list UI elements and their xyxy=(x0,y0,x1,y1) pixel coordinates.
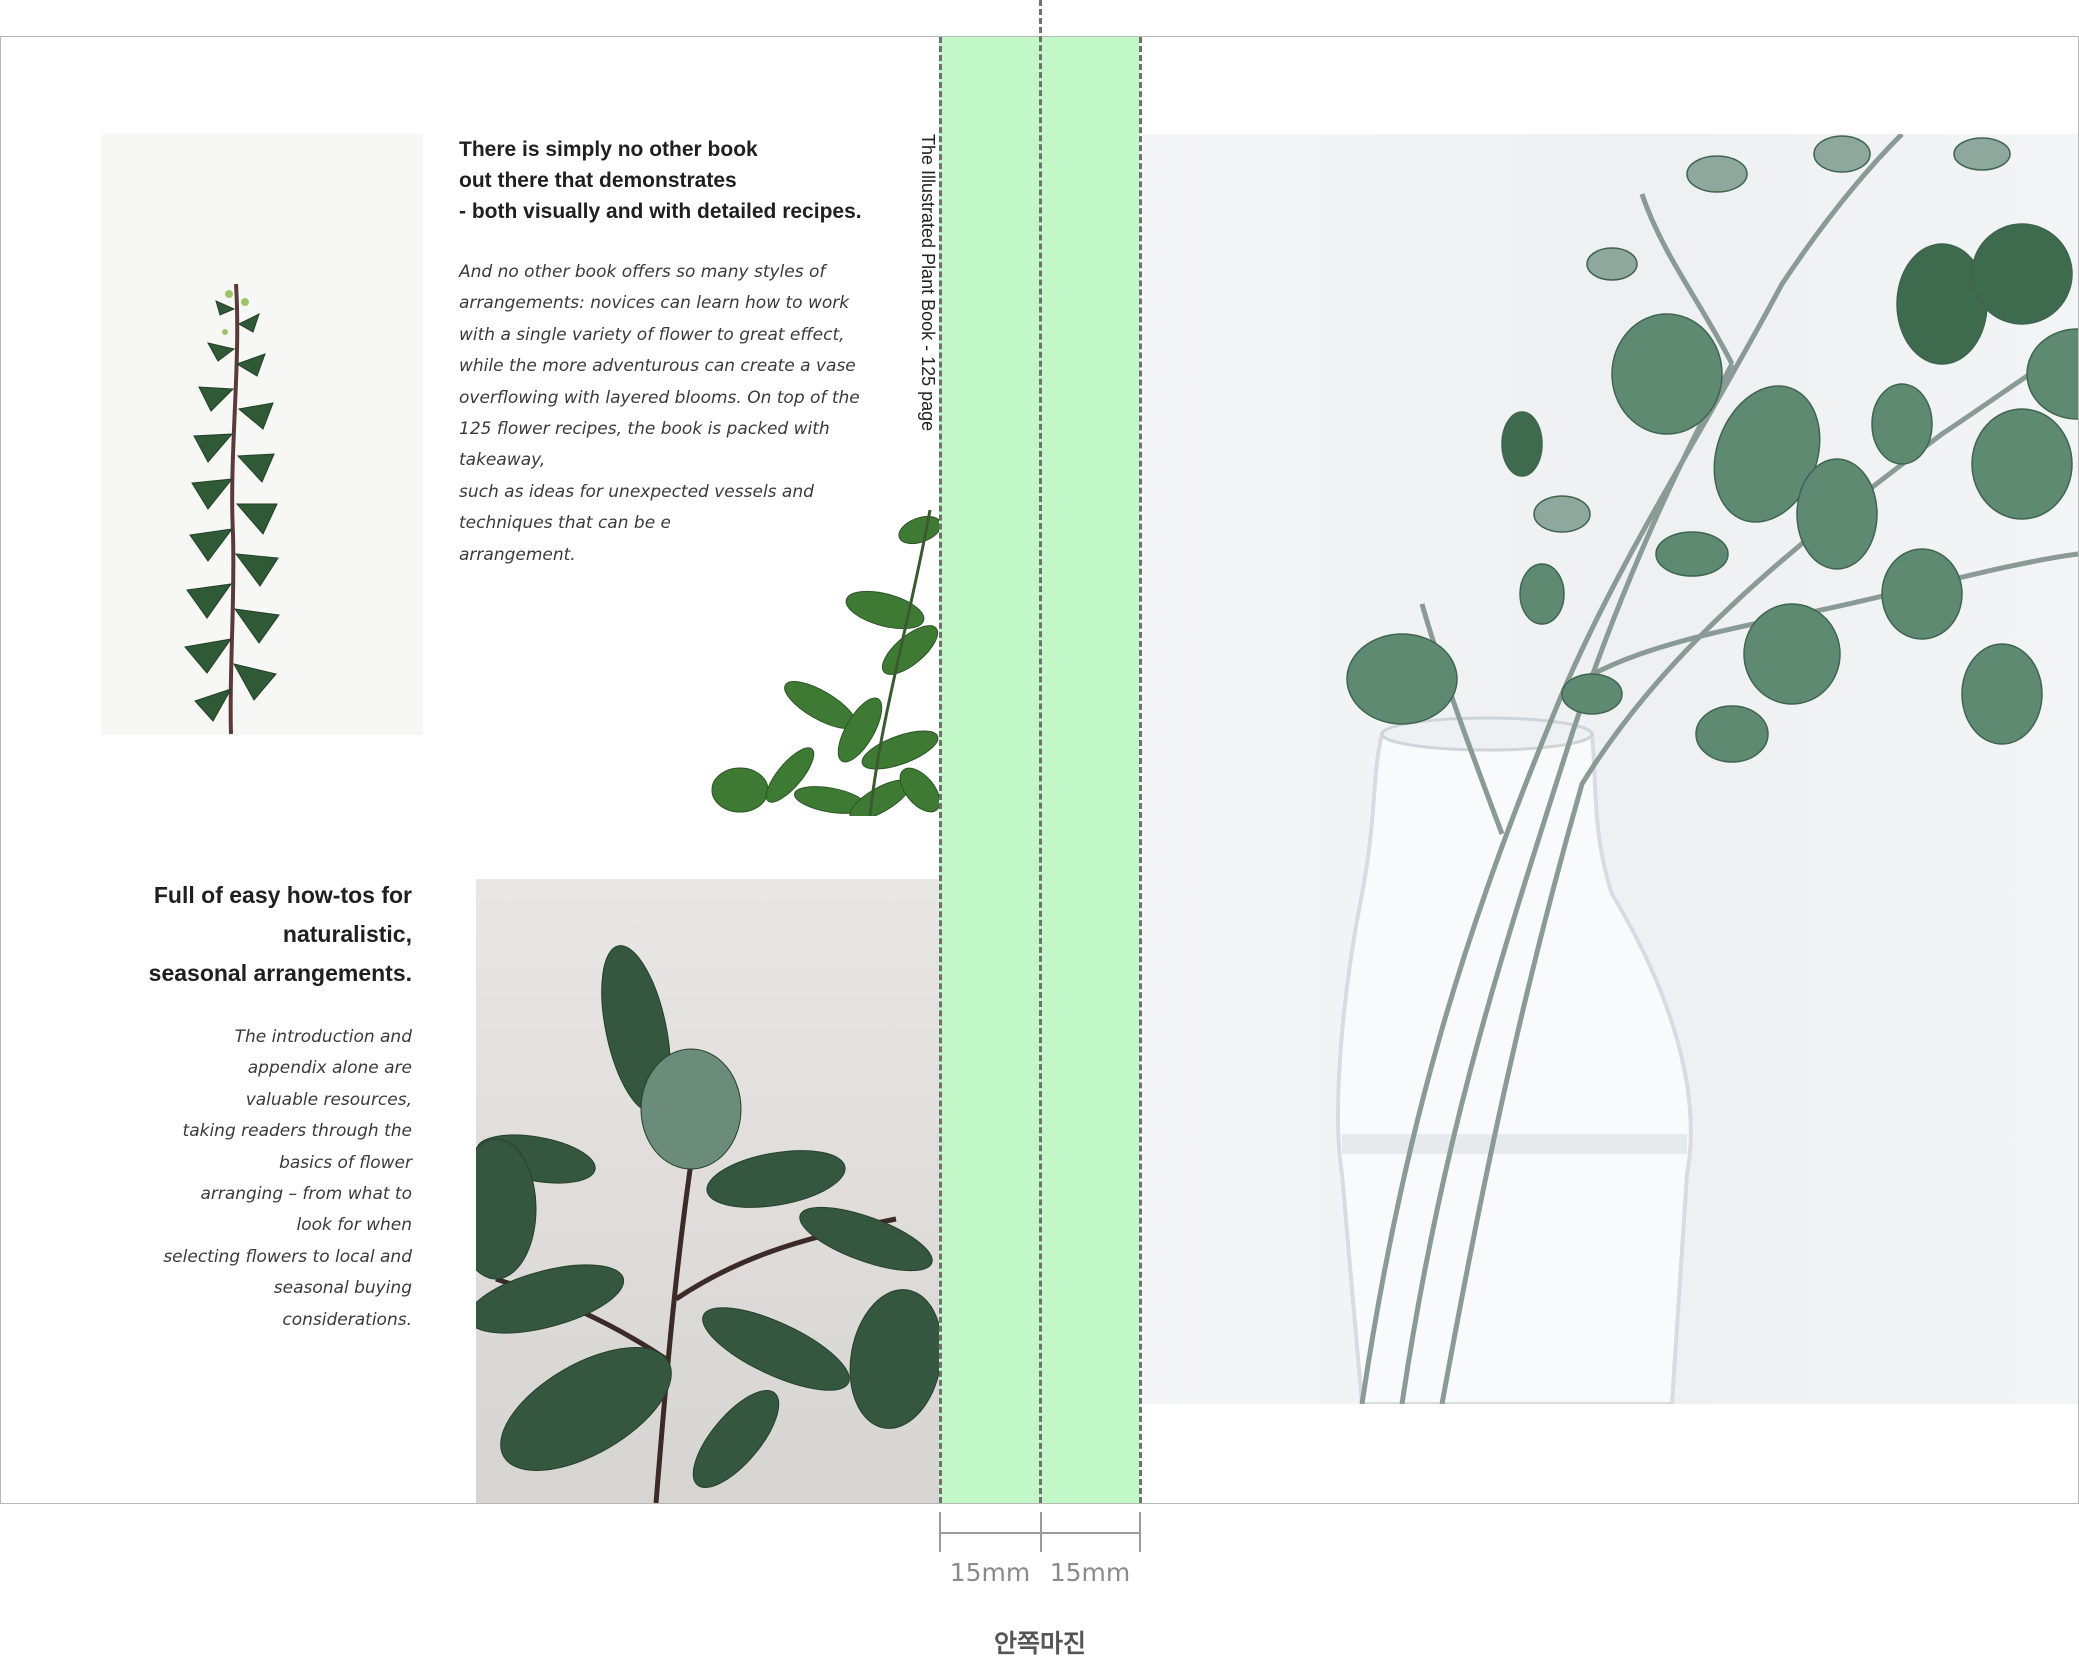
eucalyptus-vase-photo xyxy=(1142,134,2078,1404)
intro-body-line: 125 flower recipes, the book is packed w… xyxy=(459,419,830,440)
howto-body-line: arranging – from what to xyxy=(200,1184,412,1205)
margin-guide-left xyxy=(939,37,942,1503)
howto-body-line: taking readers through the xyxy=(182,1121,412,1142)
howto-body-line: seasonal buying xyxy=(273,1278,412,1299)
howto-heading-line: seasonal arrangements. xyxy=(148,960,412,986)
dimension-tick-center xyxy=(1040,1512,1042,1552)
intro-body-line: overflowing with layered blooms. On top … xyxy=(459,387,860,408)
howto-heading-line: Full of easy how-tos for xyxy=(153,882,412,908)
howto-body-line: look for when xyxy=(296,1215,412,1236)
howto-body-line: selecting flowers to local and xyxy=(163,1246,412,1267)
intro-heading-line: - both visually and with detailed recipe… xyxy=(459,200,862,223)
howto-heading-line: naturalistic, xyxy=(282,921,412,947)
rubber-plant-illustration xyxy=(476,945,940,1503)
intro-heading: There is simply no other book out there … xyxy=(459,134,939,227)
howto-body-line: considerations. xyxy=(282,1309,412,1330)
intro-heading-line: There is simply no other book xyxy=(459,138,758,161)
dimension-tick-left xyxy=(939,1512,941,1552)
intro-heading-line: out there that demonstrates xyxy=(459,169,737,192)
ivy-photo xyxy=(101,134,423,735)
intro-body-line: while the more adventurous can create a … xyxy=(459,356,856,377)
howto-heading: Full of easy how-tos for naturalistic, s… xyxy=(60,876,412,993)
howto-body: The introduction and appendix alone are … xyxy=(60,1022,412,1336)
howto-body-line: basics of flower xyxy=(279,1152,412,1173)
ficus-illustration xyxy=(711,509,940,816)
ficus-corner-photo xyxy=(670,500,940,816)
left-margin-measure: 15mm xyxy=(949,1558,1031,1587)
eucalyptus-illustration xyxy=(1336,134,2078,1404)
dimension-tick-right xyxy=(1139,1512,1141,1552)
inner-margin-caption: 안쪽마진 xyxy=(993,1629,1086,1658)
spine-label: The Illustrated Plant Book - 125 page xyxy=(918,134,938,432)
right-margin-measure: 15mm xyxy=(1049,1558,1131,1587)
intro-body-line: with a single variety of flower to great… xyxy=(459,324,845,345)
intro-body-line: arrangements: novices can learn how to w… xyxy=(459,293,850,314)
center-fold-guide xyxy=(1039,0,1042,1503)
intro-body-line: And no other book offers so many styles … xyxy=(459,262,826,282)
ivy-illustration xyxy=(184,283,280,735)
howto-body-line: valuable resources, xyxy=(245,1089,412,1110)
intro-body-line: takeaway, xyxy=(459,450,546,471)
rubber-plant-photo xyxy=(476,879,940,1503)
howto-body-line: The introduction and xyxy=(234,1027,412,1047)
howto-body-line: appendix alone are xyxy=(247,1058,412,1079)
